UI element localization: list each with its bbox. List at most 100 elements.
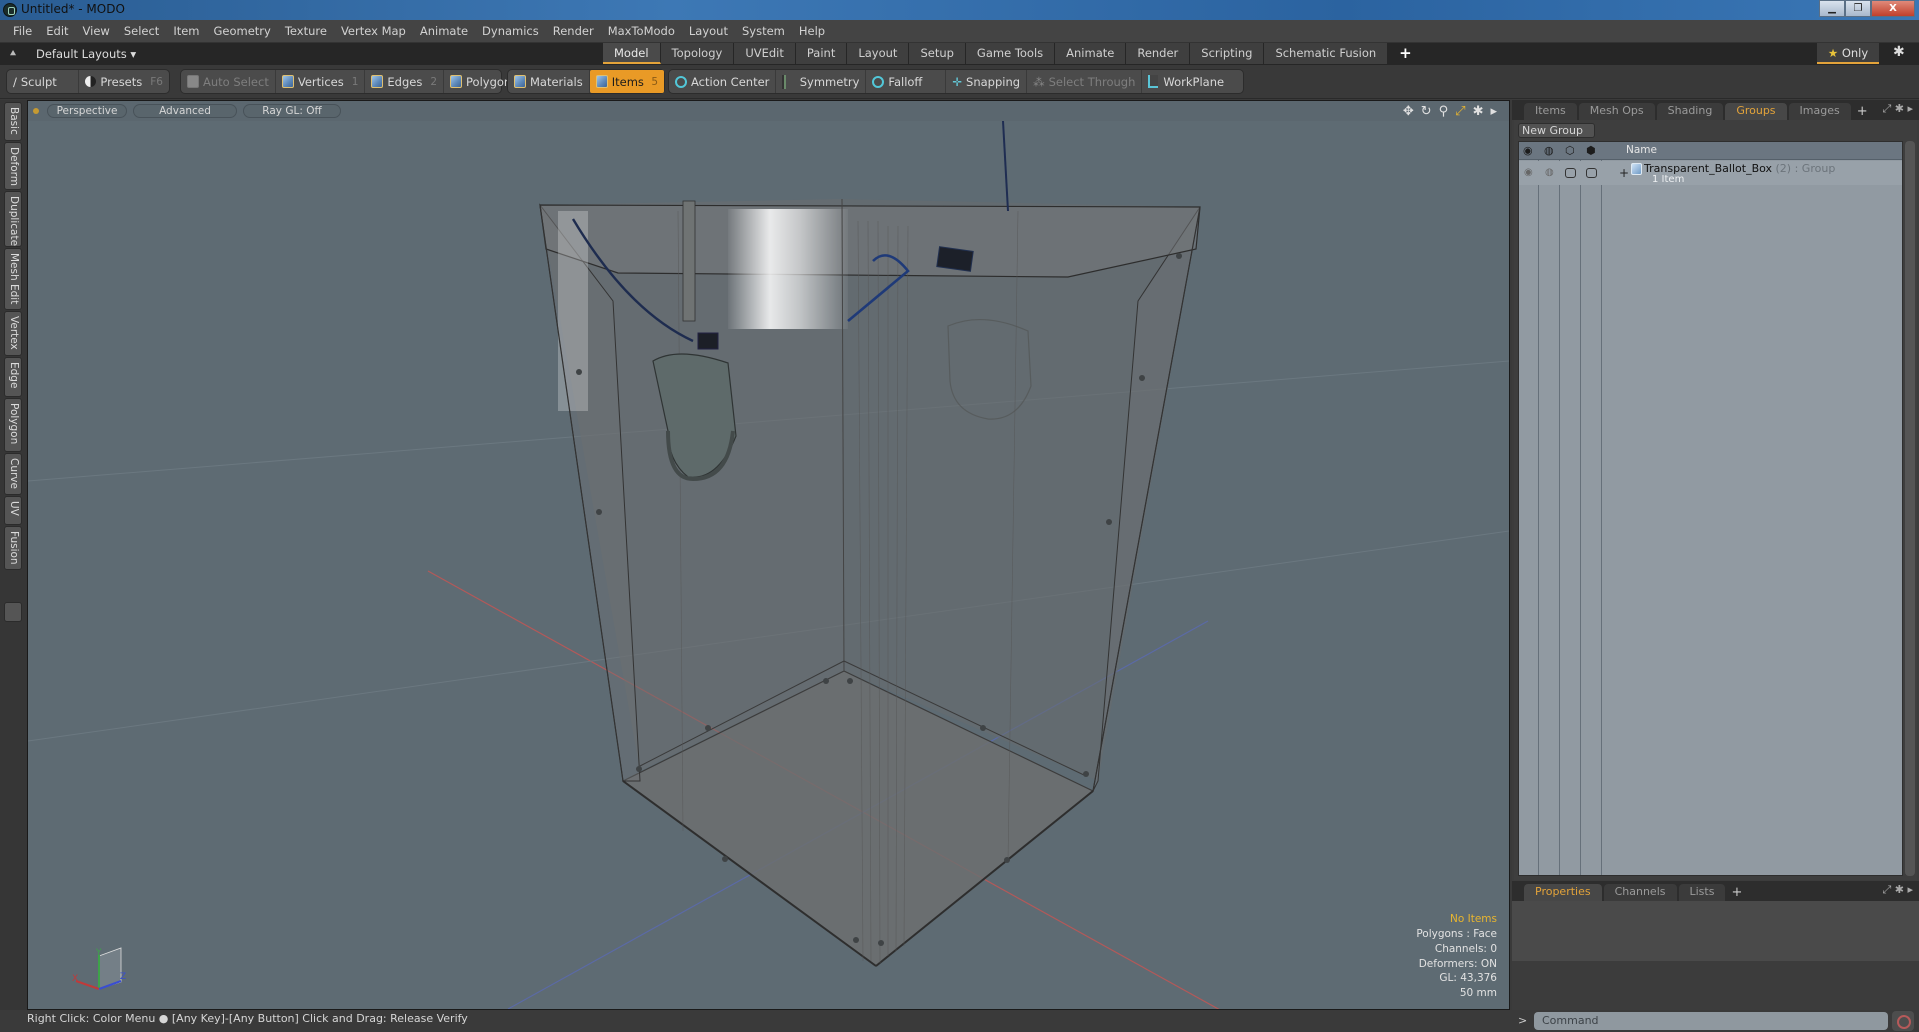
action-center-button[interactable]: Action Center [669, 70, 777, 93]
layout-up-icon[interactable]: ⯅ [0, 47, 26, 61]
select-checkbox[interactable] [1586, 168, 1597, 178]
tab-setup[interactable]: Setup [909, 43, 966, 64]
new-group-button[interactable]: New Group [1518, 123, 1595, 138]
sculpt-button[interactable]: ∕ Sculpt [7, 70, 80, 93]
tab-lists[interactable]: Lists [1678, 884, 1726, 901]
vtab-vertex[interactable]: Vertex [4, 311, 22, 356]
tab-game-tools[interactable]: Game Tools [965, 43, 1056, 64]
vtab-curve[interactable]: Curve [4, 453, 22, 495]
items-button[interactable]: Items 5 [589, 70, 664, 93]
tab-scripting[interactable]: Scripting [1190, 43, 1265, 64]
maximize-icon[interactable]: ⤢ [1455, 104, 1465, 119]
zoom-icon[interactable]: ⚲ [1439, 104, 1449, 119]
menu-vertex-map[interactable]: Vertex Map [334, 24, 413, 38]
raygl-button[interactable]: Ray GL: Off [243, 104, 341, 118]
menu-item[interactable]: Item [166, 24, 206, 38]
default-layouts-dropdown[interactable]: Default Layouts ▾ [36, 47, 136, 61]
auto-select-button[interactable]: Auto Select [181, 70, 276, 93]
tab-animate[interactable]: Animate [1055, 43, 1127, 64]
3d-viewport[interactable]: X Y Z Perspective Advanced Ray GL: Off ✥… [28, 101, 1509, 1009]
select-through-button[interactable]: ⁂ Select Through [1027, 70, 1143, 93]
tab-layout[interactable]: Layout [847, 43, 910, 64]
tab-uvedit[interactable]: UVEdit [734, 43, 796, 64]
minimize-button[interactable]: ▁ [1819, 0, 1845, 17]
vtab-label: UV [8, 501, 20, 516]
vtab-fusion[interactable]: Fusion [4, 526, 22, 570]
tab-model[interactable]: Model [603, 43, 661, 64]
vtab-extra[interactable] [4, 602, 22, 622]
panel-options-icons[interactable]: ⤢ ✱ ▸ [1882, 102, 1913, 116]
pan-icon[interactable]: ✥ [1403, 104, 1414, 119]
menu-bar: File Edit View Select Item Geometry Text… [0, 20, 1919, 43]
tab-items[interactable]: Items [1524, 103, 1577, 120]
presets-button[interactable]: Presets F6 [79, 70, 169, 93]
workplane-button[interactable]: WorkPlane [1142, 70, 1230, 93]
groups-scrollbar[interactable] [1905, 141, 1915, 876]
tab-images[interactable]: Images [1788, 103, 1851, 120]
gear-icon[interactable]: ✱ [1893, 44, 1905, 60]
name-column-header[interactable]: Name [1626, 144, 1657, 156]
menu-dynamics[interactable]: Dynamics [475, 24, 546, 38]
gl-info: GL: 43,376 [1439, 972, 1497, 985]
menu-geometry[interactable]: Geometry [207, 24, 278, 38]
render-header-icon[interactable]: ◍ [1544, 144, 1554, 157]
vtab-duplicate[interactable]: Duplicate [4, 191, 22, 247]
lock-header-icon[interactable]: ⬡ [1565, 144, 1575, 157]
properties-options-icons[interactable]: ⤢ ✱ ▸ [1882, 883, 1913, 897]
materials-button[interactable]: Materials [508, 70, 590, 93]
command-input[interactable]: Command [1534, 1012, 1888, 1030]
tab-properties[interactable]: Properties [1524, 884, 1602, 901]
menu-help[interactable]: Help [792, 24, 832, 38]
close-button[interactable]: X [1871, 0, 1915, 17]
vtab-edge[interactable]: Edge [4, 357, 22, 397]
edges-icon [371, 75, 384, 88]
menu-select[interactable]: Select [117, 24, 166, 38]
snapping-button[interactable]: ✛ Snapping [946, 70, 1028, 93]
add-properties-tab-button[interactable]: + [1727, 885, 1746, 901]
viewport-menu-dot[interactable] [33, 108, 39, 114]
menu-view[interactable]: View [76, 24, 117, 38]
vtab-mesh-edit[interactable]: Mesh Edit [4, 248, 22, 310]
tab-schematic-fusion[interactable]: Schematic Fusion [1264, 43, 1389, 64]
select-header-icon[interactable]: ⬢ [1586, 144, 1596, 157]
shading-mode-button[interactable]: Advanced [133, 104, 237, 118]
render-toggle-icon[interactable]: ◍ [1545, 167, 1554, 178]
vertices-button[interactable]: Vertices 1 [276, 70, 366, 93]
tab-channels[interactable]: Channels [1603, 884, 1677, 901]
menu-edit[interactable]: Edit [39, 24, 75, 38]
expand-group-icon[interactable]: + [1619, 166, 1629, 180]
menu-layout[interactable]: Layout [682, 24, 735, 38]
record-macro-button[interactable] [1892, 1011, 1914, 1031]
add-layout-tab-button[interactable]: + [1388, 43, 1424, 64]
view-type-button[interactable]: Perspective [47, 104, 127, 118]
falloff-button[interactable]: Falloff [866, 70, 947, 93]
vtab-basic[interactable]: Basic [4, 102, 22, 141]
tab-paint[interactable]: Paint [795, 43, 848, 64]
menu-maxtomodo[interactable]: MaxToModo [601, 24, 682, 38]
menu-animate[interactable]: Animate [413, 24, 475, 38]
viewport-gear-icon[interactable]: ✱ [1473, 104, 1484, 119]
visibility-toggle-icon[interactable]: ◉ [1524, 167, 1533, 178]
tab-groups[interactable]: Groups [1725, 103, 1787, 120]
restore-button[interactable]: ❐ [1845, 0, 1871, 17]
tab-topology[interactable]: Topology [660, 43, 735, 64]
menu-texture[interactable]: Texture [278, 24, 334, 38]
edges-button[interactable]: Edges 2 [365, 70, 445, 93]
group-row[interactable]: ◉ ◍ + Transparent_Ballot_Box (2) : Group… [1519, 161, 1902, 185]
vtab-polygon[interactable]: Polygon [4, 398, 22, 452]
rotate-icon[interactable]: ↻ [1421, 104, 1432, 119]
visibility-header-icon[interactable]: ◉ [1523, 144, 1533, 157]
vtab-uv[interactable]: UV [4, 496, 22, 525]
tab-render[interactable]: Render [1126, 43, 1191, 64]
tab-shading[interactable]: Shading [1656, 103, 1724, 120]
menu-file[interactable]: File [6, 24, 39, 38]
lock-checkbox[interactable] [1565, 168, 1576, 178]
viewport-expand-icon[interactable]: ▸ [1490, 104, 1497, 119]
only-button[interactable]: ★ Only [1817, 43, 1879, 64]
symmetry-button[interactable]: Symmetry [776, 70, 867, 93]
menu-render[interactable]: Render [546, 24, 601, 38]
add-panel-tab-button[interactable]: + [1853, 104, 1872, 120]
vtab-deform[interactable]: Deform [4, 142, 22, 190]
tab-mesh-ops[interactable]: Mesh Ops [1578, 103, 1655, 120]
menu-system[interactable]: System [735, 24, 792, 38]
